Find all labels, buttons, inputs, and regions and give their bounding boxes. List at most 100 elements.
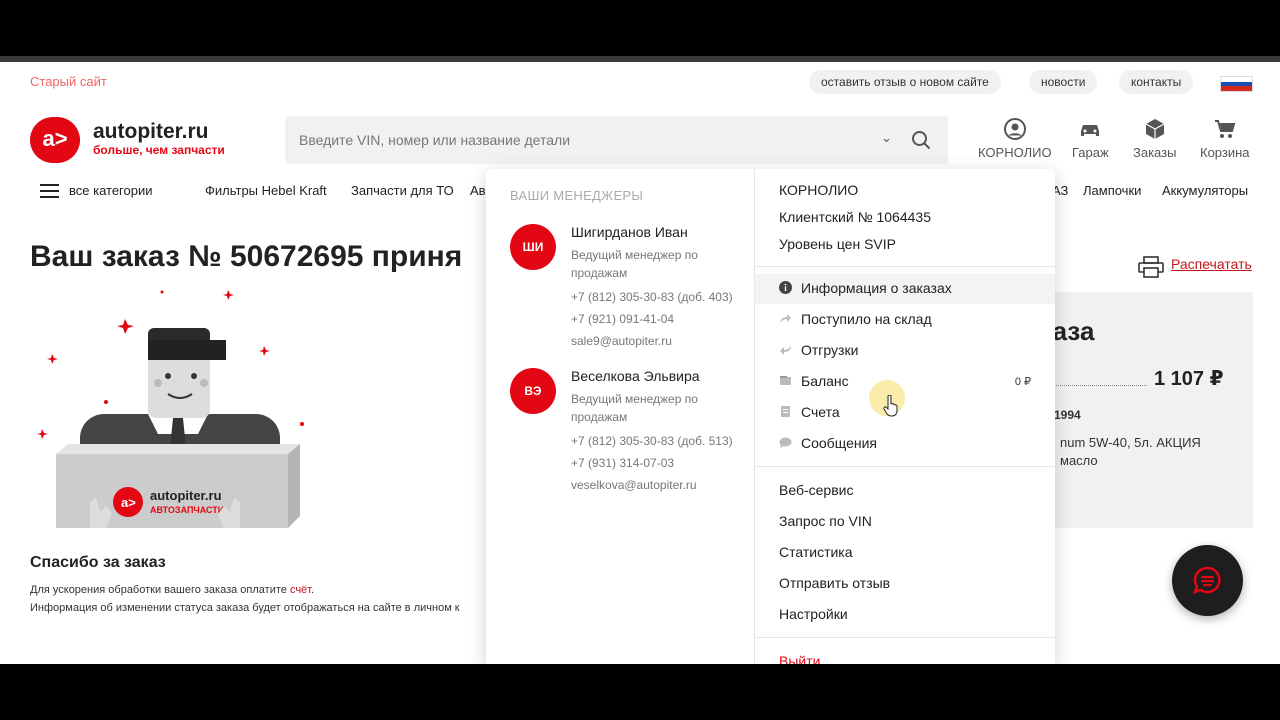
menu-item-shipments[interactable]: Отгрузки <box>755 336 1055 366</box>
orders-button[interactable]: Заказы <box>1133 117 1176 160</box>
garage-label: Гараж <box>1072 145 1109 160</box>
manager-card: ШИ Шигирданов Иван Ведущий менеджер по п… <box>510 224 750 349</box>
hand-cursor-icon <box>883 395 898 417</box>
thanks-heading: Спасибо за заказ <box>30 554 166 571</box>
divider <box>755 637 1055 638</box>
summary-price: 1 107 ₽ <box>1154 368 1224 390</box>
payment-note: Для ускорения обработки вашего заказа оп… <box>30 584 314 596</box>
nav-item-bulbs[interactable]: Лампочки <box>1083 183 1141 198</box>
illus-sub-text: АВТОЗАПЧАСТИ <box>150 505 224 515</box>
menu-item-send-feedback[interactable]: Отправить отзыв <box>779 575 890 591</box>
menu-item-balance[interactable]: Баланс 0 ₽ <box>755 367 1055 397</box>
menu-item-vin-request[interactable]: Запрос по VIN <box>779 513 872 529</box>
manager-phone[interactable]: +7 (812) 305-30-83 (доб. 403) <box>571 290 733 304</box>
logo-mark[interactable]: a> <box>30 117 80 163</box>
payment-note-suffix: . <box>311 584 315 596</box>
orders-label: Заказы <box>1133 145 1177 160</box>
garage-button[interactable]: Гараж <box>1072 117 1109 160</box>
search-icon[interactable] <box>911 130 931 150</box>
summary-code: 1994 <box>1054 408 1081 422</box>
managers-heading: ВАШИ МЕНЕДЖЕРЫ <box>510 188 644 203</box>
forward-arrow-icon <box>780 314 791 323</box>
menu-item-statistics[interactable]: Статистика <box>779 544 853 560</box>
account-button[interactable]: КОРНОЛИО <box>978 117 1052 160</box>
price-level: Уровень цен SVIP <box>779 236 896 252</box>
summary-product-line2: масло <box>1060 453 1098 468</box>
printer-icon <box>1138 256 1164 278</box>
avatar: ВЭ <box>510 368 556 414</box>
menu-item-order-info[interactable]: Информация о заказах <box>755 274 1055 304</box>
print-label: Распечатать <box>1171 256 1252 272</box>
page-title: Ваш заказ № 50672695 приня <box>30 240 463 273</box>
info-icon <box>779 281 792 294</box>
menu-item-label: Информация о заказах <box>801 280 952 296</box>
menu-item-messages[interactable]: Сообщения <box>755 429 1055 459</box>
menu-item-web-service[interactable]: Веб-сервис <box>779 482 853 498</box>
account-menu-panel: КОРНОЛИО Клиентский № 1064435 Уровень це… <box>755 169 1055 664</box>
logout-link[interactable]: Выйти <box>779 653 820 664</box>
search-input[interactable] <box>299 128 859 152</box>
nav-item-maintenance[interactable]: Запчасти для ТО <box>351 183 454 198</box>
manager-name: Шигирданов Иван <box>571 224 688 240</box>
cart-button[interactable]: Корзина <box>1200 117 1250 160</box>
order-summary-panel: заза 1 107 ₽ 1994 num 5W-40, 5л. АКЦИЯ м… <box>1040 292 1253 528</box>
manager-email[interactable]: veselkova@autopiter.ru <box>571 478 697 492</box>
managers-panel: ВАШИ МЕНЕДЖЕРЫ ШИ Шигирданов Иван Ведущи… <box>486 169 755 664</box>
contacts-pill[interactable]: контакты <box>1119 70 1194 94</box>
chat-icon <box>1192 566 1221 595</box>
old-site-link[interactable]: Старый сайт <box>30 74 107 89</box>
chat-bubble-icon <box>779 437 792 448</box>
cart-label: Корзина <box>1200 145 1250 160</box>
courier-illustration: a> autopiter.ru АВТОЗАПЧАСТИ <box>37 290 304 528</box>
news-pill[interactable]: новости <box>1029 70 1098 94</box>
divider <box>755 266 1055 267</box>
video-letterbox-bottom <box>0 664 1280 720</box>
manager-mobile[interactable]: +7 (921) 091-41-04 <box>571 312 674 326</box>
menu-item-label: Счета <box>801 404 840 420</box>
summary-dots <box>1040 385 1147 386</box>
manager-email[interactable]: sale9@autopiter.ru <box>571 334 672 348</box>
menu-item-label: Поступило на склад <box>801 311 932 327</box>
menu-item-label: Баланс <box>801 373 849 389</box>
user-icon <box>1003 118 1026 140</box>
page: Старый сайт оставить отзыв о новом сайте… <box>0 62 1280 664</box>
account-name: КОРНОЛИО <box>779 182 859 198</box>
account-label: КОРНОЛИО <box>978 145 1052 160</box>
return-arrow-icon <box>780 345 791 355</box>
manager-role: Ведущий менеджер по продажам <box>571 392 698 424</box>
illus-brand-text: autopiter.ru <box>150 488 222 503</box>
nav-item-partial[interactable]: Ав <box>470 183 486 198</box>
search-bar: ⌄ <box>285 116 948 164</box>
menu-item-label: Сообщения <box>801 435 877 451</box>
balance-value: 0 ₽ <box>1014 376 1031 388</box>
print-link[interactable]: Распечатать <box>1138 256 1252 278</box>
russian-flag-icon[interactable] <box>1220 76 1253 92</box>
nav-item-batteries[interactable]: Аккумуляторы <box>1162 183 1248 198</box>
client-number: Клиентский № 1064435 <box>779 209 931 225</box>
menu-item-settings[interactable]: Настройки <box>779 606 848 622</box>
menu-item-invoices[interactable]: Счета <box>755 398 1055 428</box>
avatar: ШИ <box>510 224 556 270</box>
invoice-link[interactable]: счёт <box>290 584 311 596</box>
nav-item-filters[interactable]: Фильтры Hebel Kraft <box>205 183 327 198</box>
invoice-icon <box>781 406 790 417</box>
manager-card: ВЭ Веселкова Эльвира Ведущий менеджер по… <box>510 368 750 493</box>
logo-name[interactable]: autopiter.ru <box>93 120 209 144</box>
wallet-icon <box>780 376 791 385</box>
menu-item-arrived[interactable]: Поступило на склад <box>755 305 1055 335</box>
menu-item-label: Отгрузки <box>801 342 859 358</box>
svg-text:a>: a> <box>121 495 136 510</box>
chat-button[interactable] <box>1172 545 1243 616</box>
car-icon <box>1081 125 1100 136</box>
logo-tagline: больше, чем запчасти <box>93 143 225 157</box>
menu-icon[interactable] <box>40 184 59 198</box>
manager-mobile[interactable]: +7 (931) 314-07-03 <box>571 456 674 470</box>
manager-phone[interactable]: +7 (812) 305-30-83 (доб. 513) <box>571 434 733 448</box>
manager-role: Ведущий менеджер по продажам <box>571 248 698 280</box>
chevron-down-icon[interactable]: ⌄ <box>881 130 892 146</box>
divider <box>755 466 1055 467</box>
nav-all-categories[interactable]: все категории <box>69 183 153 198</box>
cart-icon <box>1214 120 1236 138</box>
feedback-pill[interactable]: оставить отзыв о новом сайте <box>809 70 1001 94</box>
box-icon <box>1145 119 1165 139</box>
